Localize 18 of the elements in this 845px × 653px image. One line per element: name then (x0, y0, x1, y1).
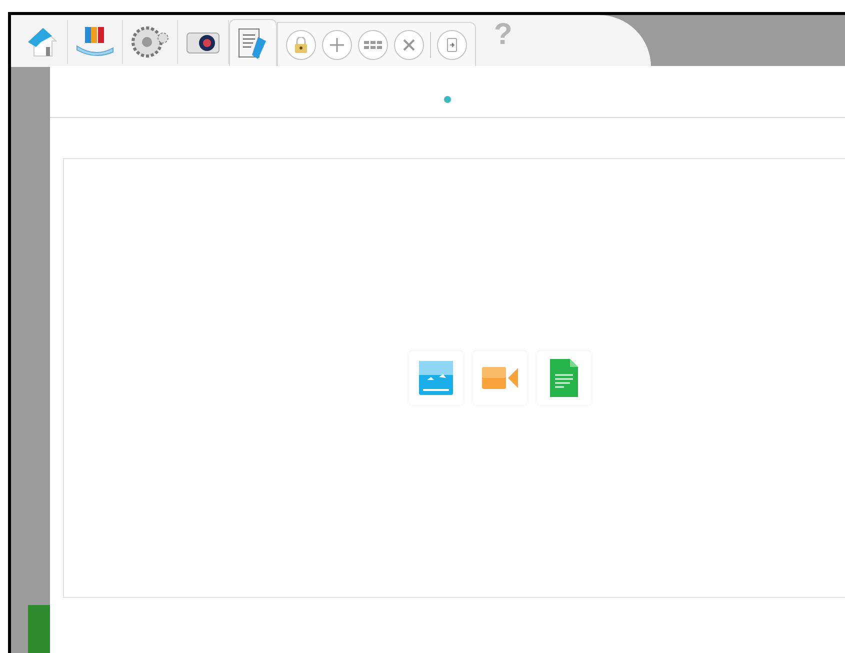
plus-icon (329, 37, 345, 53)
close-icon (402, 38, 416, 52)
export-button[interactable] (437, 30, 467, 60)
document-button[interactable] (536, 351, 590, 405)
padlock-icon (294, 37, 308, 53)
padlock-button[interactable] (286, 30, 316, 60)
house-icon (26, 25, 60, 59)
grid-icon (364, 41, 382, 49)
image-button[interactable] (408, 351, 462, 405)
image-icon (418, 361, 452, 395)
plus-button[interactable] (322, 30, 352, 60)
close-button[interactable] (394, 30, 424, 60)
document-icon (550, 359, 578, 397)
video-camera-icon (482, 365, 518, 391)
grid-button[interactable] (358, 30, 388, 60)
gear-icon (130, 24, 170, 60)
export-icon (447, 38, 457, 52)
video-camera-button[interactable] (472, 351, 526, 405)
